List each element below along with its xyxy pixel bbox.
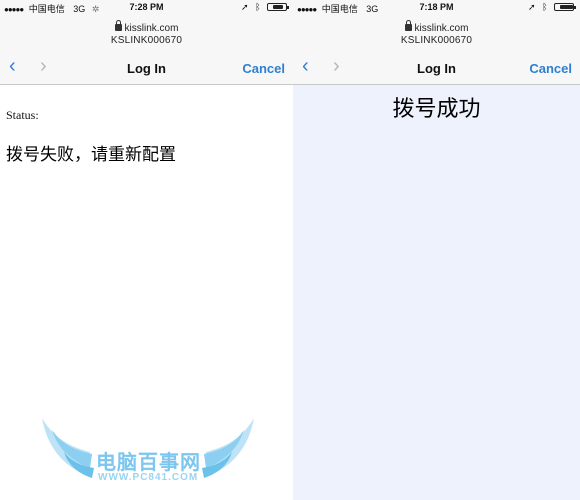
watermark-title: 电脑百事网 bbox=[96, 452, 201, 474]
battery-fill bbox=[560, 5, 573, 9]
dial-success-message: 拨号成功 bbox=[392, 97, 481, 122]
status-bar: ●●●●● 中国电信 3G 7:18 PM ➚ ᛒ bbox=[293, 0, 580, 14]
wing-icon bbox=[202, 418, 254, 478]
cancel-button[interactable]: Cancel bbox=[242, 61, 285, 76]
battery-icon bbox=[267, 3, 289, 11]
bluetooth-icon: ᛒ bbox=[255, 2, 261, 12]
domain-text: kisslink.com bbox=[124, 23, 179, 34]
domain-text: kisslink.com bbox=[414, 23, 469, 34]
left-phone-screen: ●●●●● 中国电信 3G ✲ 7:28 PM ➚ ᛒ kisslink.com… bbox=[0, 0, 293, 500]
status-bar-right: ➚ ᛒ bbox=[524, 2, 576, 13]
nav-bar: ‹ › Log In Cancel bbox=[0, 52, 293, 84]
status-bar-right: ➚ ᛒ bbox=[237, 2, 289, 13]
location-arrow-icon: ➚ bbox=[241, 2, 249, 12]
browser-chrome: ●●●●● 中国电信 3G ✲ 7:28 PM ➚ ᛒ kisslink.com… bbox=[0, 0, 293, 85]
network-ssid: KSLINK000670 bbox=[400, 35, 473, 46]
address-domain: kisslink.com bbox=[293, 20, 580, 34]
right-phone-screen: ●●●●● 中国电信 3G 7:18 PM ➚ ᛒ kisslink.com K… bbox=[293, 0, 580, 500]
watermark-url: WWW.PC841.COM bbox=[98, 472, 199, 483]
wing-icon bbox=[42, 418, 94, 478]
bluetooth-icon: ᛒ bbox=[542, 2, 548, 12]
battery-nub bbox=[574, 6, 576, 9]
location-arrow-icon: ➚ bbox=[528, 2, 536, 12]
battery-icon bbox=[554, 3, 576, 11]
status-label: Status: bbox=[6, 108, 39, 122]
dial-failure-message: 拨号失败，请重新配置 bbox=[6, 145, 176, 165]
network-ssid: KSLINK000670 bbox=[110, 35, 183, 46]
cancel-button[interactable]: Cancel bbox=[529, 61, 572, 76]
nav-bar: ‹ › Log In Cancel bbox=[293, 52, 580, 84]
status-bar: ●●●●● 中国电信 3G ✲ 7:28 PM ➚ ᛒ bbox=[0, 0, 293, 14]
lock-icon bbox=[114, 20, 122, 31]
lock-icon bbox=[404, 20, 412, 31]
watermark: 电脑百事网 WWW.PC841.COM bbox=[38, 412, 258, 492]
battery-fill bbox=[273, 5, 284, 9]
browser-chrome: ●●●●● 中国电信 3G 7:18 PM ➚ ᛒ kisslink.com K… bbox=[293, 0, 580, 85]
address-domain: kisslink.com bbox=[0, 20, 293, 34]
battery-nub bbox=[287, 6, 289, 9]
